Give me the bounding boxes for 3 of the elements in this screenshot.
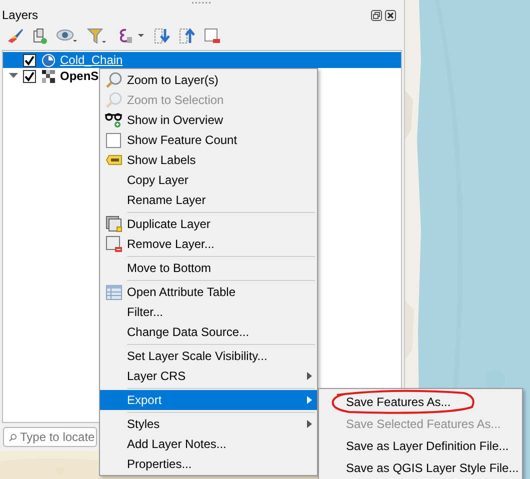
layer-name: OpenS: [60, 69, 99, 83]
layer-name: Cold_Chain: [60, 53, 123, 67]
panel-title: Layers: [2, 8, 38, 22]
